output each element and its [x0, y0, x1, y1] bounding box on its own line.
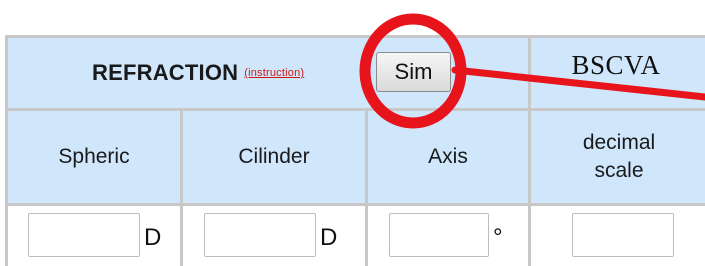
- cilinder-unit: D: [320, 224, 338, 251]
- axis-unit: °: [493, 224, 503, 251]
- refraction-header: REFRACTION (instruction): [5, 35, 531, 111]
- axis-input[interactable]: [389, 213, 489, 257]
- column-header-cilinder: Cilinder: [180, 108, 368, 206]
- bscva-title: BSCVA: [571, 50, 661, 80]
- decimal-scale-input[interactable]: [572, 213, 674, 257]
- column-label-decimal: decimal: [582, 131, 656, 154]
- spheric-unit: D: [144, 224, 162, 251]
- instructions-link[interactable]: (instruction): [244, 67, 304, 79]
- refraction-form: REFRACTION (instruction) BSCVA Spheric C…: [0, 0, 705, 266]
- column-label-spheric: Spheric: [58, 145, 130, 168]
- column-header-decimal-scale: decimal scale: [528, 108, 705, 206]
- column-label-axis: Axis: [428, 145, 468, 168]
- column-header-spheric: Spheric: [5, 108, 183, 206]
- spheric-input[interactable]: [28, 213, 140, 257]
- column-label-cilinder: Cilinder: [238, 145, 310, 168]
- column-header-axis: Axis: [365, 108, 531, 206]
- refraction-title: REFRACTION: [92, 60, 239, 85]
- cilinder-input[interactable]: [204, 213, 316, 257]
- sim-button[interactable]: Sim: [376, 52, 451, 92]
- column-label-scale: scale: [594, 159, 644, 182]
